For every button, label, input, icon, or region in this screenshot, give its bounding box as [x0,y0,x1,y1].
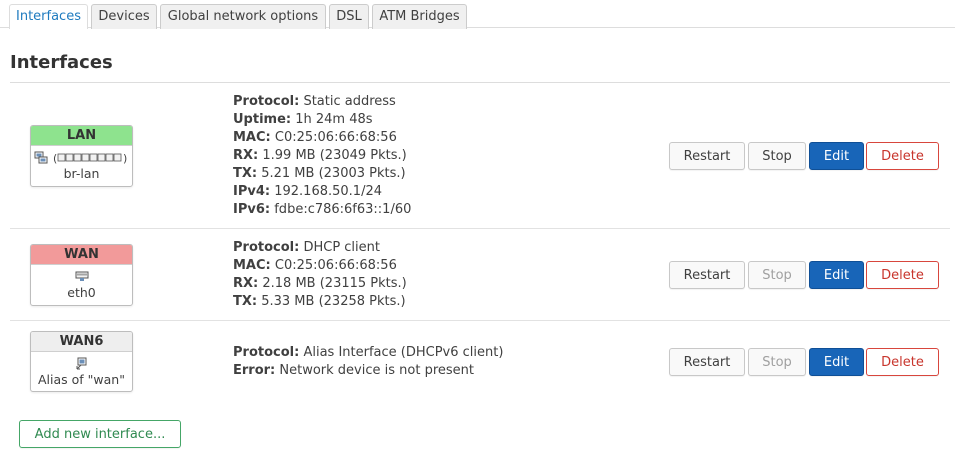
interface-badge-wan6: WAN6 Alias of "wan" [30,331,133,392]
tx-value: 5.21 MB (23003 Pkts.) [261,166,406,181]
ipv6-value: fdbe:c786:6f63::1/60 [274,202,412,217]
delete-button-lan[interactable]: Delete [866,142,939,170]
interface-badge-lan: LAN ( ) br-lan [30,125,133,187]
tab-interfaces[interactable]: Interfaces [9,4,88,29]
title-divider [10,82,950,83]
protocol-label: Protocol: [233,240,300,255]
protocol-value: Static address [303,94,396,109]
tx-label: TX: [233,294,258,309]
stop-button-wan[interactable]: Stop [748,261,806,289]
interface-icons-wan6 [31,356,132,372]
rx-label: RX: [233,276,259,291]
protocol-label: Protocol: [233,94,300,109]
ipv4-value: 192.168.50.1/24 [274,184,382,199]
restart-button-wan6[interactable]: Restart [669,348,745,376]
tx-value: 5.33 MB (23258 Pkts.) [261,294,406,309]
tab-global-network-options[interactable]: Global network options [160,4,326,29]
interface-device-wan: eth0 [67,285,96,300]
interface-name-lan: LAN [31,126,132,146]
page-title: Interfaces [10,52,113,73]
tab-dsl[interactable]: DSL [329,4,369,29]
bridged-ports-icon: ( ) [53,150,129,165]
add-interface-button[interactable]: Add new interface... [19,420,181,448]
protocol-value: DHCP client [303,240,380,255]
row-divider [10,320,950,321]
stop-button-lan[interactable]: Stop [748,142,806,170]
delete-button-wan6[interactable]: Delete [866,348,939,376]
error-label: Error: [233,363,276,378]
tab-bar: Interfaces Devices Global network option… [0,0,955,29]
bridge-icon [34,150,52,165]
ipv4-label: IPv4: [233,184,271,199]
delete-button-wan[interactable]: Delete [866,261,939,289]
tab-devices[interactable]: Devices [91,4,157,29]
ethernet-icon [75,269,89,284]
interface-name-wan: WAN [31,245,132,265]
interface-icons-wan [31,269,132,285]
interface-device-lan: br-lan [63,166,100,181]
tx-label: TX: [233,166,258,181]
interface-status-wan: Protocol: DHCP client MAC: C0:25:06:66:6… [233,239,407,311]
protocol-value: Alias Interface (DHCPv6 client) [303,345,504,360]
mac-value: C0:25:06:66:68:56 [274,130,397,145]
svg-text:): ) [123,152,127,164]
restart-button-wan[interactable]: Restart [669,261,745,289]
error-value: Network device is not present [279,363,474,378]
restart-button-lan[interactable]: Restart [669,142,745,170]
mac-label: MAC: [233,130,271,145]
rx-label: RX: [233,148,259,163]
row-divider [10,228,950,229]
tab-atm-bridges[interactable]: ATM Bridges [372,4,467,29]
interface-name-wan6: WAN6 [31,332,132,352]
interface-status-lan: Protocol: Static address Uptime: 1h 24m … [233,93,411,219]
interface-badge-wan: WAN eth0 [30,244,133,306]
edit-button-lan[interactable]: Edit [809,142,864,170]
stop-button-wan6[interactable]: Stop [748,348,806,376]
uptime-value: 1h 24m 48s [295,112,373,127]
mac-value: C0:25:06:66:68:56 [274,258,397,273]
rx-value: 2.18 MB (23115 Pkts.) [262,276,407,291]
protocol-label: Protocol: [233,345,300,360]
alias-icon [75,356,89,371]
ipv6-label: IPv6: [233,202,271,217]
interface-device-wan6: Alias of "wan" [38,372,125,387]
svg-text:(: ( [53,152,57,164]
interface-icons-lan: ( ) [31,150,132,166]
uptime-label: Uptime: [233,112,292,127]
interface-status-wan6: Protocol: Alias Interface (DHCPv6 client… [233,344,503,380]
edit-button-wan[interactable]: Edit [809,261,864,289]
edit-button-wan6[interactable]: Edit [809,348,864,376]
rx-value: 1.99 MB (23049 Pkts.) [262,148,407,163]
mac-label: MAC: [233,258,271,273]
